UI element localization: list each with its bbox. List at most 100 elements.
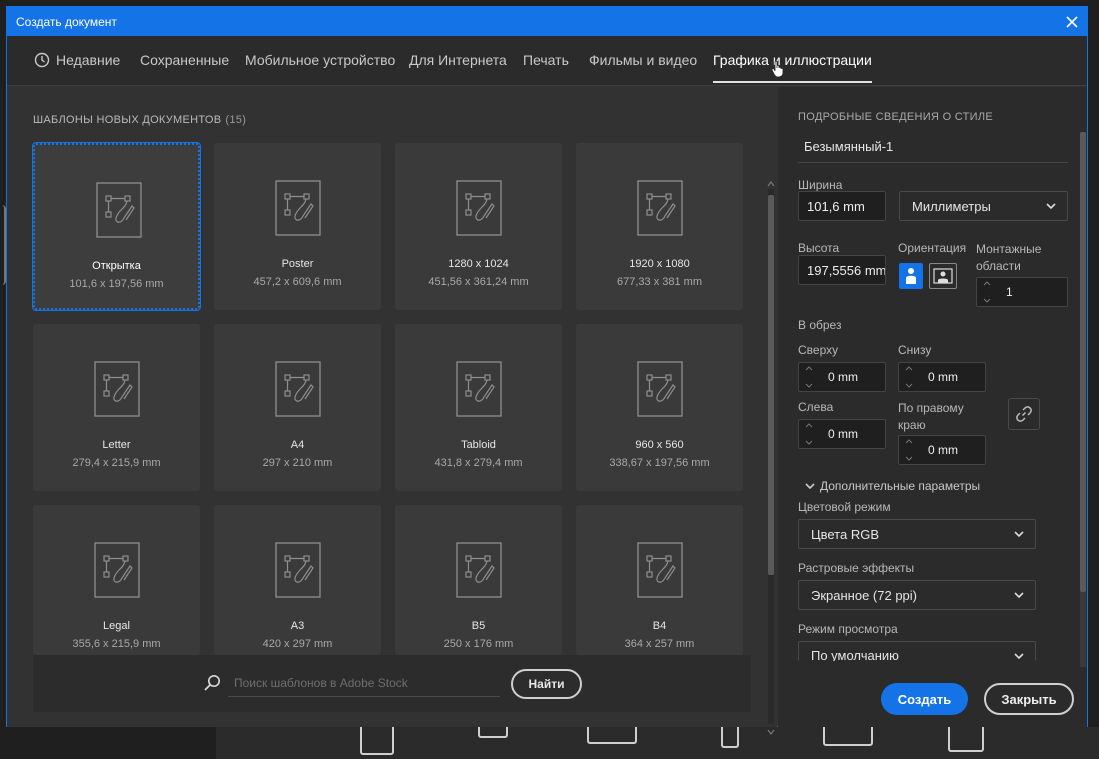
dialog-close-button[interactable] xyxy=(1061,11,1083,33)
color-mode-label: Цветовой режим xyxy=(798,500,891,514)
stepper-up-icon[interactable] xyxy=(983,281,991,286)
stock-search-input[interactable] xyxy=(228,669,500,697)
templates-scrollbar[interactable] xyxy=(766,181,776,736)
stepper-up-icon[interactable] xyxy=(905,439,913,444)
template-size: 279,4 x 215,9 mm xyxy=(72,457,161,469)
landscape-orientation-button[interactable] xyxy=(929,263,957,289)
tab-saved[interactable]: Сохраненные xyxy=(140,52,229,68)
stepper-down-icon[interactable] xyxy=(983,298,991,303)
details-scrollbar[interactable] xyxy=(1080,132,1086,667)
width-field[interactable]: 101,6 mm xyxy=(798,191,886,221)
template-name: Poster xyxy=(281,258,314,270)
bleed-right-stepper[interactable]: 0 mm xyxy=(898,435,986,465)
tab-web[interactable]: Для Интернета xyxy=(409,52,507,68)
template-name: Letter xyxy=(102,439,131,451)
template-size: 364 x 257 mm xyxy=(624,638,695,650)
stepper-arrows[interactable] xyxy=(800,364,818,390)
stepper-up-icon[interactable] xyxy=(805,423,813,428)
stepper-arrows[interactable] xyxy=(800,421,818,447)
stepper-arrows[interactable] xyxy=(900,364,918,390)
bleed-right-label-line2: краю xyxy=(898,418,926,432)
template-card[interactable]: 1280 x 1024 451,56 x 361,24 mm xyxy=(395,143,562,310)
tab-recent[interactable]: Недавние xyxy=(34,52,120,68)
color-mode-select[interactable]: Цвета RGB xyxy=(798,519,1036,549)
scroll-down-icon[interactable] xyxy=(767,729,775,735)
stepper-down-icon[interactable] xyxy=(805,383,813,388)
template-name: Tabloid xyxy=(461,439,496,451)
stepper-arrows[interactable] xyxy=(900,437,918,463)
templates-count: (15) xyxy=(225,114,247,126)
units-select-value: Миллиметры xyxy=(912,198,991,214)
scroll-thumb[interactable] xyxy=(768,195,774,575)
template-card[interactable]: Letter 279,4 x 215,9 mm xyxy=(33,324,200,491)
artboard-document-icon xyxy=(275,180,321,236)
template-thumbnail xyxy=(456,180,502,241)
details-scroll-thumb[interactable] xyxy=(1080,132,1086,592)
units-select[interactable]: Миллиметры xyxy=(899,191,1068,221)
tab-print[interactable]: Печать xyxy=(523,52,569,68)
tab-art-illustration[interactable]: Графика и иллюстрации xyxy=(713,52,872,83)
template-name: Открытка xyxy=(92,260,141,272)
tab-film-video[interactable]: Фильмы и видео xyxy=(589,52,697,68)
stepper-down-icon[interactable] xyxy=(805,440,813,445)
raster-effects-select[interactable]: Экранное (72 ppi) xyxy=(798,580,1036,610)
chevron-down-icon xyxy=(1014,592,1024,599)
artboards-label-line1: Монтажные xyxy=(976,242,1042,256)
close-button[interactable]: Закрыть xyxy=(984,683,1074,715)
bleed-bottom-stepper[interactable]: 0 mm xyxy=(898,362,986,392)
template-size: 101,6 x 197,56 mm xyxy=(69,278,164,290)
bleed-bottom-value: 0 mm xyxy=(928,370,958,384)
chevron-down-icon xyxy=(805,483,815,490)
template-card[interactable]: A4 297 x 210 mm xyxy=(214,324,381,491)
bleed-top-stepper[interactable]: 0 mm xyxy=(798,362,886,392)
height-label: Высота xyxy=(798,241,840,255)
tab-label: Недавние xyxy=(56,52,121,68)
bleed-label: В обрез xyxy=(798,318,842,332)
preview-mode-select[interactable]: По умолчанию xyxy=(798,641,1036,661)
find-button[interactable]: Найти xyxy=(511,669,582,699)
stepper-arrows[interactable] xyxy=(978,279,996,305)
portrait-icon xyxy=(906,268,916,284)
portrait-orientation-button[interactable] xyxy=(899,263,923,289)
clock-icon xyxy=(34,52,50,68)
artboards-value: 1 xyxy=(1006,285,1013,299)
search-icon xyxy=(204,675,220,691)
template-size: 297 x 210 mm xyxy=(262,457,333,469)
template-card[interactable]: B4 364 x 257 mm xyxy=(576,505,743,655)
template-name: A4 xyxy=(290,439,305,451)
template-name: A3 xyxy=(290,620,305,632)
category-tabs: Недавние Сохраненные Мобильное устройств… xyxy=(7,36,1087,86)
height-field[interactable]: 197,5556 mm xyxy=(798,255,886,285)
template-thumbnail xyxy=(275,180,321,241)
template-card[interactable]: 960 x 560 338,67 x 197,56 mm xyxy=(576,324,743,491)
new-document-dialog: Создать документ Недавние Сохраненные Мо… xyxy=(6,6,1088,735)
bleed-right-value: 0 mm xyxy=(928,443,958,457)
template-card[interactable]: B5 250 x 176 mm xyxy=(395,505,562,655)
advanced-options-toggle[interactable]: Дополнительные параметры xyxy=(804,479,980,493)
stepper-up-icon[interactable] xyxy=(905,366,913,371)
document-name-field[interactable]: Безымянный-1 xyxy=(798,131,1068,163)
template-name: B5 xyxy=(471,620,486,632)
stock-search-bar: Найти xyxy=(33,655,751,712)
template-card[interactable]: 1920 x 1080 677,33 x 381 mm xyxy=(576,143,743,310)
template-thumbnail xyxy=(94,542,140,603)
template-card[interactable]: Poster 457,2 x 609,6 mm xyxy=(214,143,381,310)
template-card[interactable]: Legal 355,6 x 215,9 mm xyxy=(33,505,200,655)
stepper-down-icon[interactable] xyxy=(905,456,913,461)
create-button[interactable]: Создать xyxy=(881,683,968,715)
template-card[interactable]: Tabloid 431,8 x 279,4 mm xyxy=(395,324,562,491)
bleed-left-stepper[interactable]: 0 mm xyxy=(798,419,886,449)
template-card[interactable]: A3 420 x 297 mm xyxy=(214,505,381,655)
raster-effects-value: Экранное (72 ppi) xyxy=(811,587,917,603)
scroll-up-icon[interactable] xyxy=(767,181,775,187)
template-size: 338,67 x 197,56 mm xyxy=(609,457,710,469)
stepper-up-icon[interactable] xyxy=(805,366,813,371)
orientation-label: Ориентация xyxy=(898,241,967,255)
advanced-options-label: Дополнительные параметры xyxy=(820,479,981,493)
template-card[interactable]: Открытка 101,6 x 197,56 mm xyxy=(32,142,201,311)
template-thumbnail xyxy=(94,361,140,422)
tab-mobile[interactable]: Мобильное устройство xyxy=(245,52,395,68)
artboards-stepper[interactable]: 1 xyxy=(976,277,1068,307)
stepper-down-icon[interactable] xyxy=(905,383,913,388)
link-bleed-button[interactable] xyxy=(1008,398,1040,430)
